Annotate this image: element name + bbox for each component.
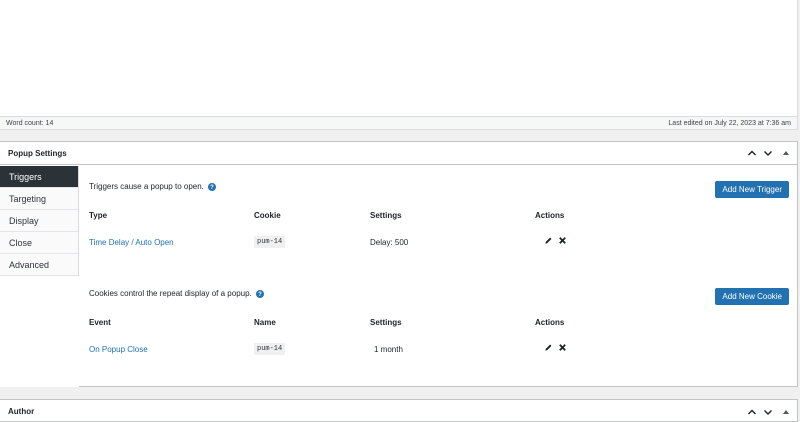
svg-text:?: ? [210, 185, 214, 191]
popup-settings-tabs: Triggers Targeting Display Close Advance… [0, 166, 79, 387]
trigger-actions [544, 236, 567, 245]
column-header-actions: Actions [535, 211, 565, 220]
column-header-name: Name [254, 318, 276, 327]
author-box: Author [0, 399, 798, 422]
popup-settings-box: Popup Settings Triggers Targeting Displa… [0, 141, 798, 413]
tab-triggers[interactable]: Triggers [0, 166, 78, 188]
cookie-actions [544, 343, 567, 352]
column-header-event: Event [89, 318, 111, 327]
help-circle-icon[interactable]: ? [255, 289, 264, 298]
trigger-type-link[interactable]: Time Delay / Auto Open [89, 238, 174, 247]
column-header-type: Type [89, 211, 108, 220]
triggers-description: Triggers cause a popup to open. ? [89, 182, 216, 191]
editor-content-area[interactable] [0, 0, 798, 116]
svg-text:?: ? [258, 292, 262, 298]
trigger-settings-value: Delay: 500 [370, 238, 409, 247]
tab-advanced[interactable]: Advanced [0, 254, 78, 276]
word-count: Word count: 14 [6, 119, 54, 127]
column-header-settings: Settings [370, 211, 402, 220]
add-new-cookie-button[interactable]: Add New Cookie [715, 288, 789, 305]
close-icon[interactable] [558, 343, 567, 352]
author-title: Author [8, 407, 35, 416]
close-icon[interactable] [558, 236, 567, 245]
editor-status-bar: Word count: 14 Last edited on July 22, 2… [0, 116, 798, 130]
triangle-up-icon[interactable] [783, 409, 789, 414]
popup-settings-header: Popup Settings [0, 142, 797, 165]
chevron-up-icon[interactable] [747, 407, 757, 417]
column-header-actions: Actions [535, 318, 565, 327]
column-header-settings: Settings [370, 318, 402, 327]
pencil-icon[interactable] [544, 343, 553, 352]
tab-targeting[interactable]: Targeting [0, 188, 78, 210]
tab-close[interactable]: Close [0, 232, 78, 254]
cookie-event-link[interactable]: On Popup Close [89, 345, 148, 354]
add-new-trigger-button[interactable]: Add New Trigger [715, 181, 789, 198]
tabs-filler [0, 276, 79, 387]
cookie-settings-value: 1 month [374, 345, 403, 354]
cookies-description: Cookies control the repeat display of a … [89, 289, 264, 298]
box-controls [747, 148, 789, 158]
chevron-up-icon[interactable] [747, 148, 757, 158]
chevron-down-icon[interactable] [763, 148, 773, 158]
trigger-cookie-code: pum-14 [254, 236, 286, 248]
triangle-up-icon[interactable] [783, 151, 789, 155]
cookie-name-code: pum-14 [254, 343, 286, 355]
author-header: Author [0, 400, 797, 422]
pencil-icon[interactable] [544, 236, 553, 245]
chevron-down-icon[interactable] [763, 407, 773, 417]
last-edited: Last edited on July 22, 2023 at 7:36 am [668, 119, 791, 127]
column-header-cookie: Cookie [254, 211, 281, 220]
help-circle-icon[interactable]: ? [207, 182, 216, 191]
popup-settings-title: Popup Settings [8, 148, 67, 158]
box-controls [747, 407, 789, 417]
tab-display[interactable]: Display [0, 210, 78, 232]
